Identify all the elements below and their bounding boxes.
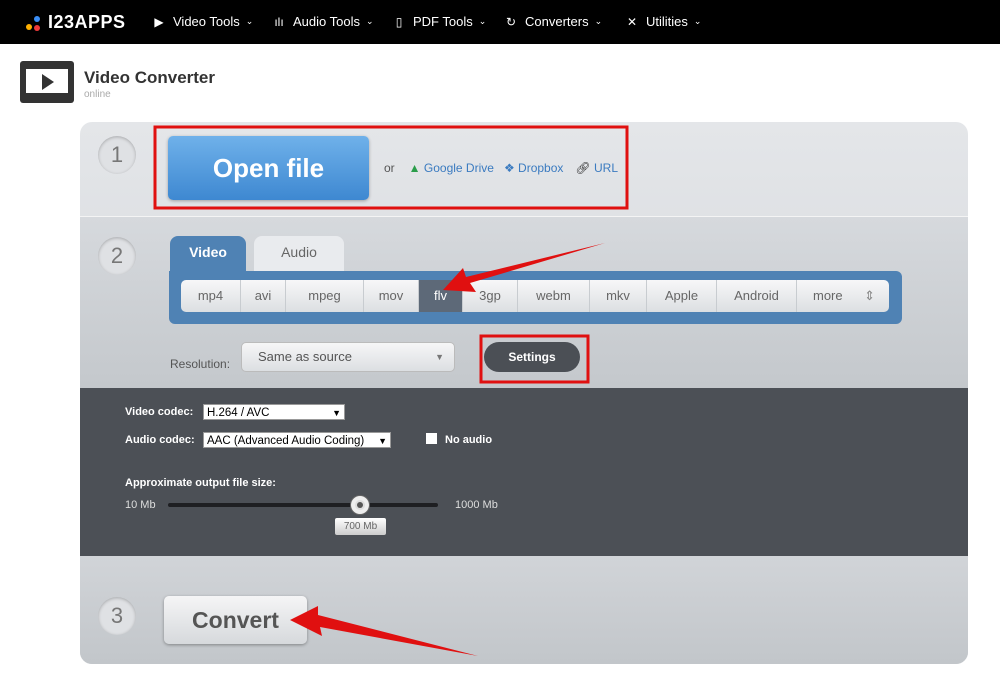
chevron-down-icon: ⌄	[245, 16, 254, 26]
format-option-mpeg[interactable]: mpeg	[286, 280, 364, 312]
chevron-down-icon: ▼	[332, 408, 341, 418]
file-size-slider[interactable]	[168, 503, 438, 507]
step-number: 3	[98, 597, 136, 635]
dropbox-link[interactable]: ❖ Dropbox	[504, 161, 563, 175]
document-icon: ▯	[395, 14, 403, 29]
link-label: Dropbox	[518, 161, 564, 175]
chevron-down-icon: ⌄	[478, 16, 487, 26]
select-value: AAC (Advanced Audio Coding)	[207, 435, 365, 447]
slider-value-tooltip: 700 Mb	[335, 518, 386, 535]
url-link[interactable]: 🔗︎ URL	[575, 161, 618, 175]
nav-pdf-tools[interactable]: ▯ PDF Tools ⌄	[391, 14, 487, 29]
no-audio-label: No audio	[445, 434, 493, 446]
logo-dots-icon	[26, 14, 42, 32]
video-converter-icon	[20, 61, 74, 103]
tab-audio[interactable]: Audio	[254, 236, 344, 272]
format-option-apple[interactable]: Apple	[647, 280, 717, 312]
logo-text: I23APPS	[48, 12, 126, 32]
page-subtitle: online	[84, 89, 111, 100]
tools-icon: ✕	[626, 14, 638, 29]
format-option-more[interactable]: more ⇕	[797, 280, 889, 312]
sort-arrows-icon: ⇕	[864, 288, 875, 303]
audio-codec-select[interactable]: AAC (Advanced Audio Coding) ▼	[203, 432, 391, 448]
nav-label: Video Tools	[173, 14, 240, 29]
audio-codec-label: Audio codec:	[125, 434, 195, 446]
advanced-settings: Video codec: H.264 / AVC ▼ Audio codec: A…	[80, 388, 968, 556]
chevron-down-icon: ⌄	[693, 16, 702, 26]
format-option-avi[interactable]: avi	[241, 280, 286, 312]
format-option-mov[interactable]: mov	[364, 280, 419, 312]
format-option-android[interactable]: Android	[717, 280, 797, 312]
step-2: 2 Video Audio mp4 avi mpeg mov flv 3gp webm mkv…	[80, 217, 968, 388]
chevron-down-icon: ⌄	[365, 16, 374, 26]
play-square-icon: ▶	[154, 14, 164, 29]
step-1: 1 Open file or ▲ Google Drive ❖ Dropbox …	[80, 122, 968, 217]
format-option-webm[interactable]: webm	[518, 280, 590, 312]
slider-thumb[interactable]	[351, 496, 369, 514]
format-bar: mp4 avi mpeg mov flv 3gp webm mkv Apple Android mo…	[169, 271, 902, 324]
select-value: H.264 / AVC	[207, 407, 270, 419]
top-nav: I23APPS ▶ Video Tools ⌄ ılı Audio Tools ⌄ ▯ P…	[0, 0, 1000, 44]
video-codec-select[interactable]: H.264 / AVC ▼	[203, 404, 345, 420]
format-option-mp4[interactable]: mp4	[181, 280, 241, 312]
logo[interactable]: I23APPS	[26, 12, 126, 33]
open-file-button[interactable]: Open file	[168, 136, 369, 200]
step-3: 3 Convert	[80, 556, 968, 664]
nav-utilities[interactable]: ✕ Utilities ⌄	[624, 14, 701, 29]
resolution-select[interactable]: Same as source ▼	[241, 342, 455, 372]
nav-audio-tools[interactable]: ılı Audio Tools ⌄	[271, 14, 374, 29]
nav-converters[interactable]: ↻ Converters ⌄	[503, 14, 602, 29]
min-size-label: 10 Mb	[125, 499, 156, 511]
no-audio-checkbox[interactable]	[426, 433, 437, 444]
refresh-icon: ↻	[505, 14, 517, 29]
page-title: Video Converter	[84, 68, 216, 87]
chevron-down-icon: ▼	[378, 436, 387, 446]
convert-button[interactable]: Convert	[164, 596, 307, 644]
nav-label: Utilities	[646, 14, 688, 29]
nav-label: PDF Tools	[413, 14, 473, 29]
settings-button[interactable]: Settings	[484, 342, 580, 372]
resolution-value: Same as source	[258, 349, 352, 364]
google-drive-link[interactable]: ▲ Google Drive	[409, 161, 494, 175]
format-option-mkv[interactable]: mkv	[590, 280, 647, 312]
google-drive-icon: ▲	[408, 161, 421, 175]
nav-label: Converters	[525, 14, 589, 29]
nav-video-tools[interactable]: ▶ Video Tools ⌄	[151, 14, 253, 29]
link-icon: 🔗︎	[575, 161, 591, 175]
step-number: 2	[98, 237, 136, 275]
link-label: Google Drive	[423, 161, 494, 175]
format-list: mp4 avi mpeg mov flv 3gp webm mkv Apple Android mo…	[181, 280, 889, 312]
file-size-label: Approximate output file size:	[125, 477, 276, 489]
format-option-flv[interactable]: flv	[419, 280, 463, 312]
converter-panel: 1 Open file or ▲ Google Drive ❖ Dropbox …	[80, 122, 968, 664]
chevron-down-icon: ⌄	[594, 16, 603, 26]
caret-down-icon: ▼	[435, 352, 444, 362]
format-option-3gp[interactable]: 3gp	[463, 280, 518, 312]
resolution-label: Resolution:	[170, 357, 231, 371]
tab-video[interactable]: Video	[170, 236, 246, 272]
nav-label: Audio Tools	[293, 14, 360, 29]
waveform-icon: ılı	[274, 14, 284, 29]
or-text: or	[384, 161, 395, 175]
video-codec-label: Video codec:	[125, 406, 194, 418]
step-number: 1	[98, 136, 136, 174]
max-size-label: 1000 Mb	[455, 499, 498, 511]
dropbox-icon: ❖	[503, 161, 515, 175]
source-links: or ▲ Google Drive ❖ Dropbox 🔗︎ URL	[384, 161, 618, 175]
link-label: URL	[593, 161, 618, 175]
